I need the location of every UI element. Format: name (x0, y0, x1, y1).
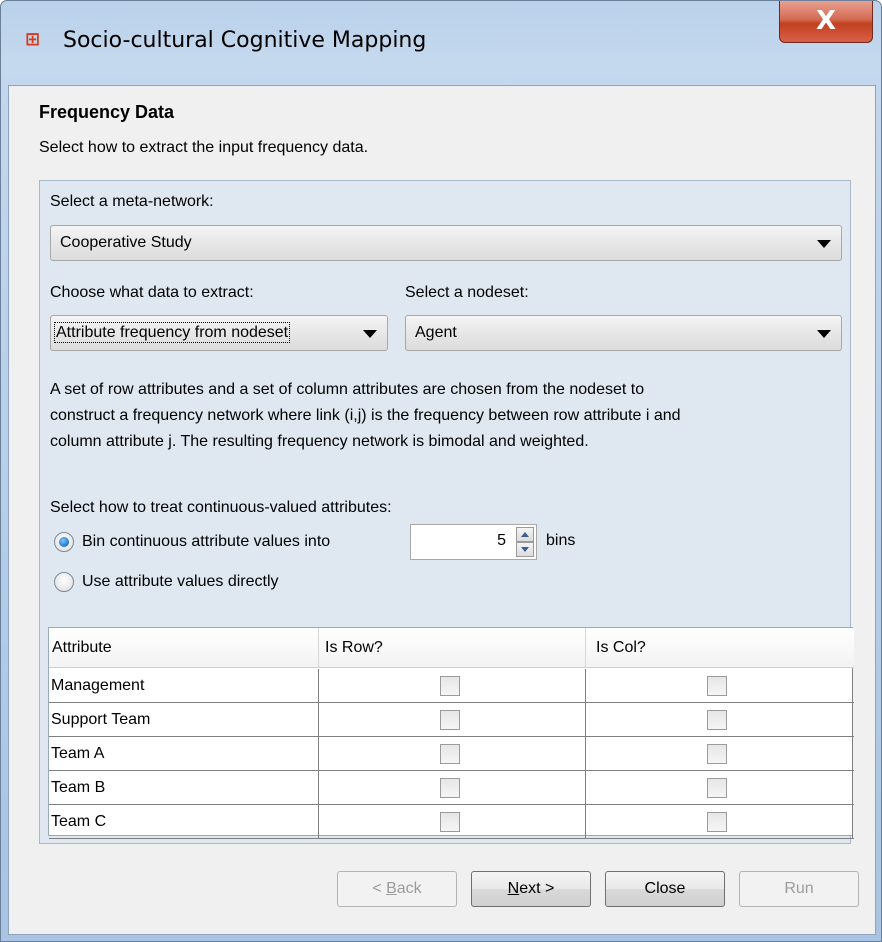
extract-label: Choose what data to extract: (50, 284, 254, 301)
nodeset-select[interactable]: Agent (405, 315, 842, 351)
is-col-checkbox[interactable] (707, 812, 727, 832)
table-row[interactable]: Management (49, 669, 854, 703)
is-row-checkbox[interactable] (440, 812, 460, 832)
is-col-checkbox[interactable] (707, 778, 727, 798)
is-row-cell (319, 703, 586, 737)
radio-selected-icon[interactable] (54, 532, 74, 552)
increment-arrow-icon[interactable] (516, 527, 534, 542)
description-line: A set of row attributes and a set of col… (50, 381, 645, 398)
dialog-window: ⊞ Socio-cultural Cognitive Mapping X Fre… (0, 0, 882, 942)
radio-unselected-icon[interactable] (54, 572, 74, 592)
page-subtitle: Select how to extract the input frequenc… (39, 139, 369, 156)
is-row-cell (319, 669, 586, 703)
is-col-checkbox[interactable] (707, 744, 727, 764)
next-button[interactable]: Next > (471, 871, 591, 907)
nodeset-value: Agent (415, 324, 457, 341)
meta-network-select[interactable]: Cooperative Study (50, 225, 842, 261)
attribute-table: Attribute Is Row? Is Col? Management Sup… (48, 627, 854, 839)
extract-value: Attribute frequency from nodeset (53, 322, 291, 343)
continuous-label: Select how to treat continuous-valued at… (50, 499, 392, 516)
is-col-cell (586, 737, 853, 771)
column-header-is-row[interactable]: Is Row? (319, 628, 586, 668)
is-row-cell (319, 805, 586, 839)
extract-select[interactable]: Attribute frequency from nodeset (50, 315, 388, 351)
is-row-checkbox[interactable] (440, 676, 460, 696)
is-col-cell (586, 669, 853, 703)
is-col-cell (586, 805, 853, 839)
table-row[interactable]: Team B (49, 771, 854, 805)
table-row[interactable]: Team C (49, 805, 854, 839)
is-col-cell (586, 703, 853, 737)
attribute-cell: Team C (49, 805, 319, 839)
radio-direct-option[interactable]: Use attribute values directly (54, 569, 279, 595)
page-title: Frequency Data (39, 102, 175, 122)
column-header-attribute[interactable]: Attribute (49, 628, 319, 668)
attribute-cell: Team A (49, 737, 319, 771)
is-row-checkbox[interactable] (440, 778, 460, 798)
meta-network-label: Select a meta-network: (50, 193, 214, 210)
is-row-checkbox[interactable] (440, 744, 460, 764)
radio-direct-label: Use attribute values directly (82, 573, 279, 590)
dropdown-arrow-icon (363, 330, 377, 338)
description-line: construct a frequency network where link… (50, 407, 681, 424)
is-row-checkbox[interactable] (440, 710, 460, 730)
back-rest: ack (396, 880, 422, 897)
dialog-content: Frequency Data Select how to extract the… (8, 85, 876, 935)
app-grid-icon: ⊞ (25, 29, 41, 49)
meta-network-value: Cooperative Study (60, 234, 192, 251)
table-row[interactable]: Team A (49, 737, 854, 771)
table-header: Attribute Is Row? Is Col? (49, 628, 854, 668)
bin-count-value: 5 (497, 532, 506, 549)
bins-suffix-label: bins (546, 532, 576, 549)
dropdown-arrow-icon (817, 240, 831, 248)
is-row-cell (319, 737, 586, 771)
options-panel: Select a meta-network: Cooperative Study… (39, 180, 854, 844)
description-text: A set of row attributes and a set of col… (50, 377, 845, 455)
back-button[interactable]: < Back (337, 871, 457, 907)
decrement-arrow-icon[interactable] (516, 542, 534, 557)
table-row[interactable]: Support Team (49, 703, 854, 737)
radio-bin-option[interactable]: Bin continuous attribute values into (54, 529, 330, 555)
attribute-cell: Team B (49, 771, 319, 805)
is-col-checkbox[interactable] (707, 676, 727, 696)
attribute-cell: Management (49, 669, 319, 703)
is-col-cell (586, 771, 853, 805)
bin-count-stepper[interactable]: 5 (410, 524, 537, 560)
title-bar[interactable]: ⊞ Socio-cultural Cognitive Mapping X (1, 1, 881, 85)
is-col-checkbox[interactable] (707, 710, 727, 730)
close-button[interactable]: Close (605, 871, 725, 907)
back-prefix: < (372, 880, 387, 897)
column-header-is-col[interactable]: Is Col? (586, 628, 854, 668)
run-button[interactable]: Run (739, 871, 859, 907)
next-mnemonic: N (507, 880, 520, 897)
window-close-button[interactable]: X (779, 1, 873, 43)
is-row-cell (319, 771, 586, 805)
back-mnemonic: B (386, 880, 397, 897)
next-rest: ext > (519, 880, 555, 897)
nodeset-label: Select a nodeset: (405, 284, 529, 301)
window-title: Socio-cultural Cognitive Mapping (63, 28, 427, 53)
description-line: column attribute j. The resulting freque… (50, 433, 589, 450)
attribute-cell: Support Team (49, 703, 319, 737)
dropdown-arrow-icon (817, 330, 831, 338)
radio-bin-label: Bin continuous attribute values into (82, 533, 331, 550)
